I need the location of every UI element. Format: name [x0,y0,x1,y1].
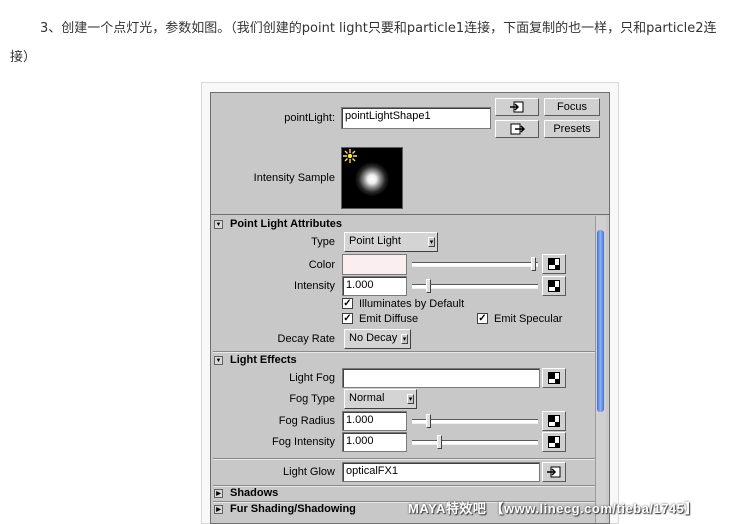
expand-triangle-icon: ▼ [214,219,223,229]
panel-divider [211,214,609,215]
checker-map-icon [548,258,560,270]
intensity-field[interactable]: 1.000 [342,276,407,296]
intensity-sample-swatch [341,147,403,209]
output-connection-button[interactable] [495,120,539,138]
fog-type-value: Normal [349,392,385,404]
checker-map-icon [548,436,560,448]
intensity-sample-label: Intensity Sample [253,172,335,184]
light-type-dropdown[interactable]: Point Light ▾ [344,232,438,252]
fur-shading-header[interactable]: ▶ Fur Shading/Shadowing [214,503,356,517]
intensity-map-button[interactable] [542,276,566,296]
collapse-triangle-icon: ▶ [214,504,223,514]
color-label: Color [308,259,335,271]
slider-track [412,262,538,267]
fog-radius-field[interactable]: 1.000 [342,411,407,431]
slider-track [412,440,538,445]
intensity-label: Intensity [294,280,335,292]
emit-diffuse-checkbox[interactable]: ✓ [342,313,353,324]
fog-type-label: Fog Type [289,393,335,405]
type-label: Type [311,236,335,248]
illuminates-by-default-label: Illuminates by Default [359,298,465,310]
slider-thumb[interactable] [426,414,431,428]
emit-diffuse-label: Emit Diffuse [359,313,419,325]
section-title: Light Effects [230,354,297,366]
chevron-down-icon: ▾ [428,237,435,247]
checker-map-icon [548,415,560,427]
chevron-down-icon: ▾ [407,394,414,404]
light-glow-navigate-button[interactable] [542,462,566,482]
expand-triangle-icon: ▼ [214,355,223,365]
presets-button[interactable]: Presets [544,120,600,138]
node-name-field[interactable]: pointLightShape1 [341,107,491,129]
decay-rate-value: No Decay [349,332,398,344]
slider-thumb[interactable] [531,257,536,271]
section-title: Shadows [230,487,279,499]
focus-button[interactable]: Focus [544,98,600,116]
light-glow-label: Light Glow [283,466,335,478]
slider-thumb[interactable] [437,435,442,449]
decay-rate-label: Decay Rate [277,333,335,345]
watermark-text: MAYA特效吧 【www.linecg.com/tieba/1745】 [408,501,698,516]
connection-input-icon [547,466,561,478]
section-title: Point Light Attributes [230,218,343,230]
fog-intensity-map-button[interactable] [542,432,566,452]
light-glow-field[interactable]: opticalFX1 [342,462,540,482]
scrollbar-thumb[interactable] [597,230,604,412]
chevron-down-icon: ▾ [401,334,408,344]
attribute-editor-panel: pointLight: pointLightShape1 Focus Prese… [210,92,610,524]
section-separator [213,458,595,460]
node-name-label: pointLight: [284,112,335,124]
connection-input-icon [510,101,524,113]
light-type-value: Point Light [349,235,401,247]
fog-radius-slider[interactable] [412,414,538,428]
input-connection-button[interactable] [495,98,539,116]
checker-map-icon [548,280,560,292]
intro-text: 3、创建一个点灯光，参数如图。（我们创建的point light只要和parti… [10,14,745,72]
intro-line-1: 3、创建一个点灯光，参数如图。（我们创建的point light只要和parti… [40,21,717,36]
decay-rate-dropdown[interactable]: No Decay ▾ [344,329,411,349]
emit-specular-label: Emit Specular [494,313,563,325]
slider-thumb[interactable] [426,279,431,293]
light-fog-field[interactable] [342,368,540,388]
light-burst-icon [343,149,357,163]
color-map-button[interactable] [542,254,566,274]
fog-intensity-label: Fog Intensity [272,436,335,448]
section-separator [213,351,595,353]
color-swatch[interactable] [342,254,407,275]
fog-radius-map-button[interactable] [542,411,566,431]
light-fog-map-button[interactable] [542,368,566,388]
illuminates-by-default-checkbox[interactable]: ✓ [342,298,353,309]
color-slider[interactable] [412,257,538,271]
point-light-attributes-header[interactable]: ▼ Point Light Attributes [214,218,342,232]
fog-intensity-field[interactable]: 1.000 [342,432,407,452]
shadows-header[interactable]: ▶ Shadows [214,487,278,501]
section-title: Fur Shading/Shadowing [230,503,356,515]
intro-line-2: 接） [10,50,37,65]
fog-radius-label: Fog Radius [278,415,335,427]
connection-output-icon [510,123,526,135]
fog-type-dropdown[interactable]: Normal ▾ [344,389,417,409]
intensity-slider[interactable] [412,279,538,293]
emit-specular-checkbox[interactable]: ✓ [477,313,488,324]
fog-intensity-slider[interactable] [412,435,538,449]
attribute-scrollbar[interactable] [595,216,606,523]
collapse-triangle-icon: ▶ [214,488,223,498]
light-fog-label: Light Fog [289,372,335,384]
light-effects-header[interactable]: ▼ Light Effects [214,354,297,368]
checker-map-icon [548,372,560,384]
